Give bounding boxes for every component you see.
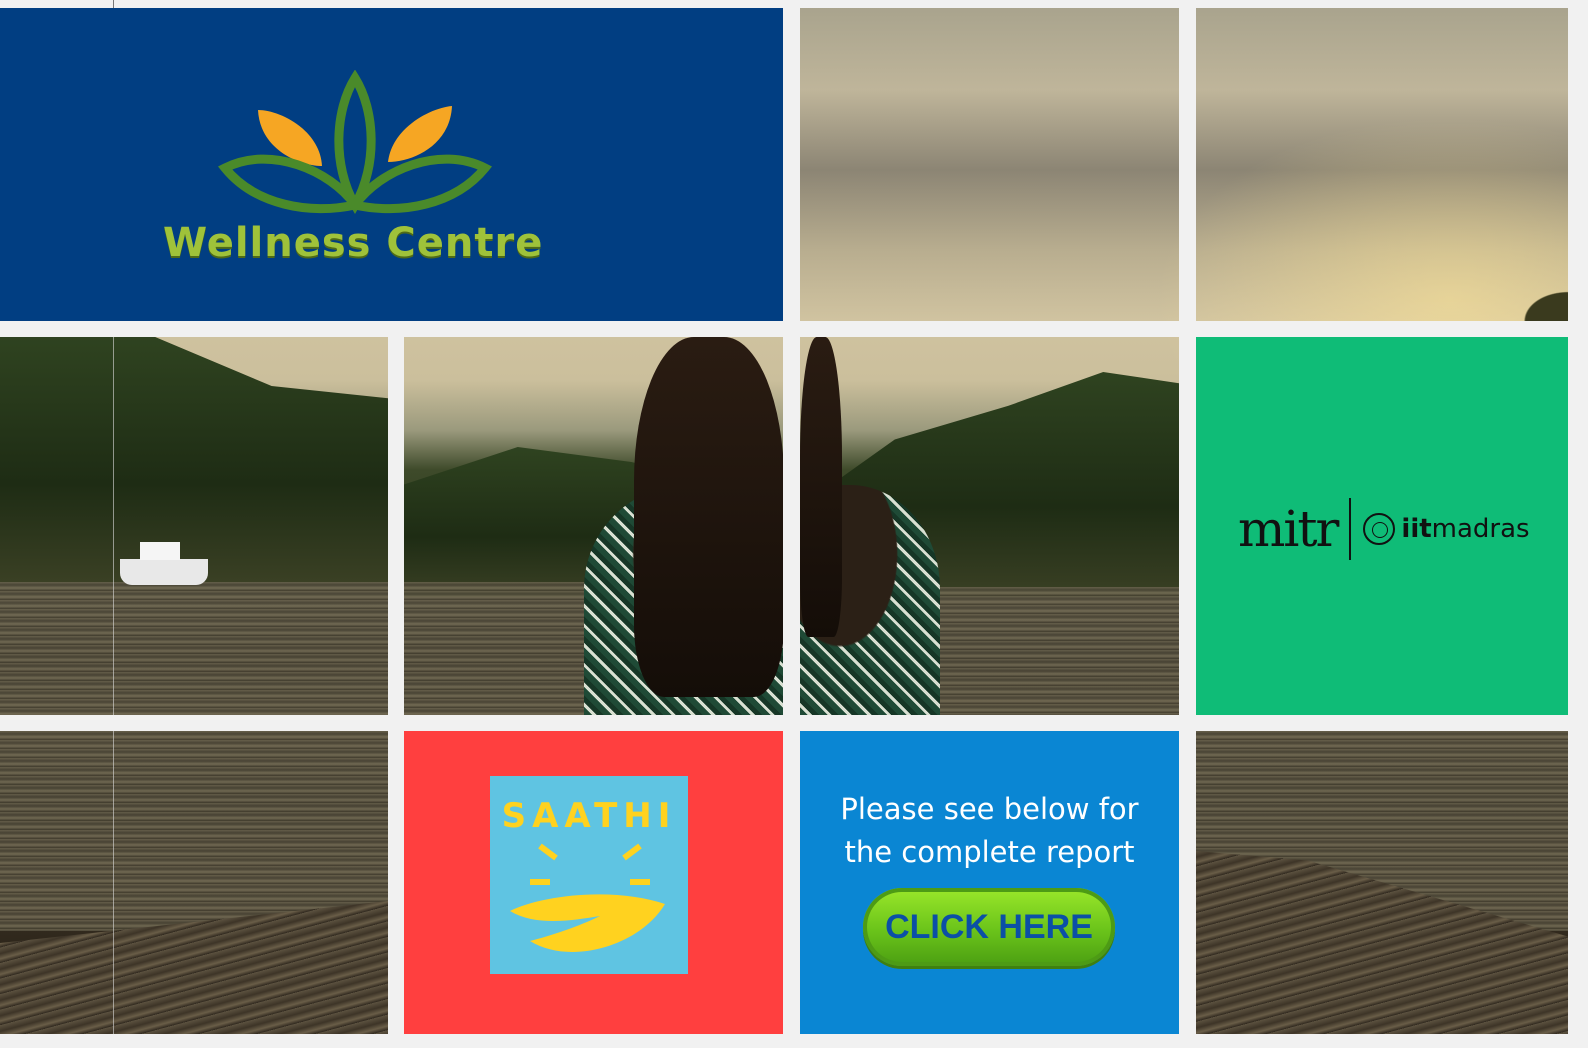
logo-separator bbox=[1349, 498, 1352, 560]
photo-tile-dock-left[interactable] bbox=[0, 731, 388, 1034]
photo-tile-dock-right[interactable] bbox=[1196, 731, 1568, 1034]
iit-madras-text: iitmadras bbox=[1401, 514, 1530, 544]
report-line-2: the complete report bbox=[844, 835, 1135, 869]
divider-line bbox=[113, 731, 114, 1034]
saathi-logo-card: SAATHI bbox=[490, 776, 688, 974]
photo-tile-sky-1[interactable] bbox=[800, 8, 1179, 321]
iit-madras-seal-icon bbox=[1363, 513, 1396, 545]
wellness-centre-banner[interactable]: Wellness Centre bbox=[0, 8, 783, 321]
report-line-1: Please see below for bbox=[840, 792, 1139, 826]
photo-tile-woman-right[interactable] bbox=[800, 337, 1179, 715]
mitr-logo: mitr iitmadras bbox=[1238, 498, 1530, 560]
mitr-brand-text: mitr bbox=[1238, 500, 1339, 558]
report-message: Please see below for the complete report bbox=[800, 788, 1179, 874]
photo-tile-woman-left[interactable] bbox=[404, 337, 783, 715]
top-left-artifact bbox=[113, 0, 114, 8]
saathi-banner[interactable]: SAATHI bbox=[404, 731, 783, 1034]
report-banner: Please see below for the complete report… bbox=[800, 731, 1179, 1034]
click-here-button[interactable]: CLICK HERE bbox=[863, 888, 1115, 966]
photo-tile-sky-2[interactable] bbox=[1196, 8, 1568, 321]
divider-line bbox=[113, 337, 114, 715]
wellness-centre-title: Wellness Centre bbox=[163, 220, 544, 266]
mitr-iit-madras-banner[interactable]: mitr iitmadras bbox=[1196, 337, 1568, 715]
boat-icon bbox=[120, 559, 208, 585]
photo-tile-forest-boat[interactable] bbox=[0, 337, 388, 715]
sun-hands-icon bbox=[510, 843, 665, 952]
